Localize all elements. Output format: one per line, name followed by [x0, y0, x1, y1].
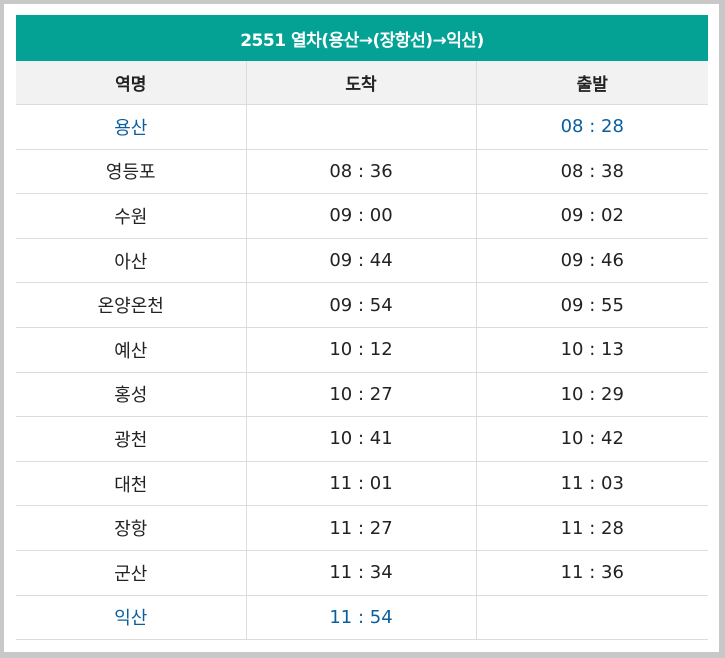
- departure-cell: 10 : 13: [476, 327, 708, 373]
- arrival-cell: 09 : 44: [246, 238, 477, 284]
- timetable-panel: 2551 열차(용산→(장항선)→익산) 역명 도착 출발 용산 08 : 28 영…: [4, 4, 719, 652]
- table-row: 영등포 08 : 36 08 : 38: [16, 149, 708, 195]
- station-cell: 군산: [16, 550, 247, 596]
- arrival-cell: 09 : 54: [246, 282, 477, 328]
- departure-cell: 08 : 38: [476, 149, 708, 195]
- departure-cell: 11 : 03: [476, 461, 708, 507]
- arrival-cell: 09 : 00: [246, 193, 477, 239]
- station-cell: 온양온천: [16, 282, 247, 328]
- departure-cell: 11 : 28: [476, 505, 708, 551]
- timetable-table: 역명 도착 출발 용산 08 : 28 영등포 08 : 36 08 : 38 수원 09 …: [16, 61, 708, 641]
- header-row: 역명 도착 출발: [16, 61, 708, 105]
- arrival-cell: [246, 104, 477, 150]
- table-row: 군산 11 : 34 11 : 36: [16, 550, 708, 596]
- departure-cell: 10 : 42: [476, 416, 708, 462]
- arrival-cell: 11 : 01: [246, 461, 477, 507]
- station-cell: 예산: [16, 327, 247, 373]
- departure-cell: 08 : 28: [476, 104, 708, 150]
- departure-cell: [476, 595, 708, 641]
- column-header-departure: 출발: [476, 61, 708, 105]
- table-row: 아산 09 : 44 09 : 46: [16, 238, 708, 284]
- departure-cell: 10 : 29: [476, 372, 708, 418]
- arrival-cell: 10 : 27: [246, 372, 477, 418]
- train-timetable: 2551 열차(용산→(장항선)→익산) 역명 도착 출발 용산 08 : 28 영…: [16, 15, 708, 641]
- station-cell: 수원: [16, 193, 247, 239]
- table-row: 장항 11 : 27 11 : 28: [16, 505, 708, 551]
- table-row: 홍성 10 : 27 10 : 29: [16, 372, 708, 418]
- arrival-cell: 08 : 36: [246, 149, 477, 195]
- table-row: 광천 10 : 41 10 : 42: [16, 416, 708, 462]
- table-body: 용산 08 : 28 영등포 08 : 36 08 : 38 수원 09 : 00 09 : …: [16, 104, 708, 641]
- arrival-cell: 10 : 12: [246, 327, 477, 373]
- departure-cell: 11 : 36: [476, 550, 708, 596]
- table-row: 용산 08 : 28: [16, 104, 708, 150]
- table-row: 익산 11 : 54: [16, 595, 708, 641]
- departure-cell: 09 : 55: [476, 282, 708, 328]
- arrival-cell: 11 : 54: [246, 595, 477, 641]
- station-cell: 익산: [16, 595, 247, 641]
- column-header-station: 역명: [16, 61, 247, 105]
- timetable-title: 2551 열차(용산→(장항선)→익산): [16, 15, 708, 61]
- table-row: 대천 11 : 01 11 : 03: [16, 461, 708, 507]
- table-header: 역명 도착 출발: [16, 61, 708, 105]
- departure-cell: 09 : 02: [476, 193, 708, 239]
- station-cell: 용산: [16, 104, 247, 150]
- column-header-arrival: 도착: [246, 61, 477, 105]
- table-row: 예산 10 : 12 10 : 13: [16, 327, 708, 373]
- station-cell: 영등포: [16, 149, 247, 195]
- table-row: 온양온천 09 : 54 09 : 55: [16, 282, 708, 328]
- station-cell: 아산: [16, 238, 247, 284]
- station-cell: 광천: [16, 416, 247, 462]
- arrival-cell: 11 : 27: [246, 505, 477, 551]
- station-cell: 홍성: [16, 372, 247, 418]
- station-cell: 장항: [16, 505, 247, 551]
- table-row: 수원 09 : 00 09 : 02: [16, 193, 708, 239]
- arrival-cell: 10 : 41: [246, 416, 477, 462]
- arrival-cell: 11 : 34: [246, 550, 477, 596]
- station-cell: 대천: [16, 461, 247, 507]
- departure-cell: 09 : 46: [476, 238, 708, 284]
